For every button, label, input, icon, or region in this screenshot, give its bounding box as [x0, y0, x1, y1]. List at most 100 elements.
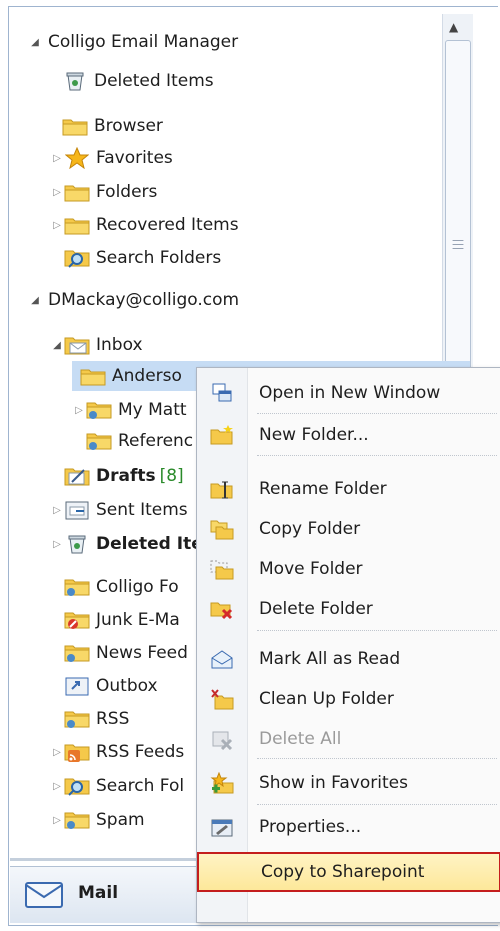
- tree-item-spam[interactable]: ▷ Spam: [50, 805, 145, 835]
- menu-item-delete-folder[interactable]: Delete Folder: [197, 590, 500, 628]
- tree-label: My Matt: [118, 400, 187, 420]
- collapse-triangle-icon[interactable]: ◢: [28, 37, 42, 48]
- expand-triangle-icon[interactable]: ▷: [50, 815, 64, 826]
- menu-item-open-in-new-window[interactable]: Open in New Window: [197, 374, 500, 412]
- delete-folder-icon: [197, 598, 247, 620]
- folder-icon: [62, 115, 88, 137]
- tree-label: News Feed: [96, 643, 188, 663]
- rss-folder-icon: [64, 741, 90, 763]
- shared-folder-icon: [64, 642, 90, 664]
- expand-triangle-icon[interactable]: ▷: [50, 539, 64, 550]
- tree-item-my-matters[interactable]: ▷ My Matt: [72, 395, 187, 425]
- tree-label: Colligo Email Manager: [48, 32, 239, 52]
- tree-item-deleted-items[interactable]: Deleted Items: [62, 66, 214, 96]
- menu-separator: [257, 630, 497, 631]
- tree-item-outbox[interactable]: Outbox: [64, 671, 158, 701]
- expand-triangle-icon[interactable]: ▷: [50, 505, 64, 516]
- menu-label: Delete Folder: [259, 599, 373, 619]
- menu-label: Move Folder: [259, 559, 363, 579]
- tree-label: Inbox: [96, 335, 143, 355]
- rename-folder-icon: [197, 478, 247, 500]
- tree-item-favorites[interactable]: ▷ Favorites: [50, 143, 173, 173]
- shared-folder-icon: [64, 708, 90, 730]
- tree-label: Anderso: [112, 366, 182, 386]
- expand-triangle-icon[interactable]: ▷: [50, 153, 64, 164]
- shared-folder-icon: [64, 809, 90, 831]
- move-folder-icon: [197, 558, 247, 580]
- tree-item-search-folders[interactable]: Search Folders: [64, 243, 221, 273]
- tree-label: Drafts: [96, 466, 156, 486]
- tree-label: Spam: [96, 810, 145, 830]
- menu-item-show-in-favorites[interactable]: Show in Favorites: [197, 764, 500, 802]
- star-icon: [64, 147, 90, 169]
- expand-triangle-icon[interactable]: ▷: [50, 220, 64, 231]
- tree-item-recovered-items[interactable]: ▷ Recovered Items: [50, 210, 239, 240]
- tree-label: DMackay@colligo.com: [48, 290, 240, 310]
- tree-item-junk-email[interactable]: Junk E-Ma: [64, 605, 180, 635]
- tree-label: Recovered Items: [96, 215, 239, 235]
- tree-item-inbox[interactable]: ◢ Inbox: [50, 330, 143, 360]
- folder-icon: [80, 365, 106, 387]
- drafts-icon: [64, 465, 90, 487]
- new-folder-icon: [197, 424, 247, 446]
- search-folder-icon: [64, 775, 90, 797]
- menu-item-copy-folder[interactable]: Copy Folder: [197, 510, 500, 548]
- scroll-up-arrow-icon[interactable]: ▲: [449, 20, 458, 34]
- collapse-triangle-icon[interactable]: ◢: [28, 295, 42, 306]
- expand-triangle-icon[interactable]: ▷: [50, 781, 64, 792]
- menu-label: Open in New Window: [259, 383, 441, 403]
- tree-item-browser[interactable]: Browser: [62, 111, 163, 141]
- tree-item-drafts[interactable]: Drafts [8]: [64, 461, 184, 491]
- properties-icon: [197, 816, 247, 838]
- recycle-bin-icon: [62, 70, 88, 92]
- expand-triangle-icon[interactable]: ▷: [50, 187, 64, 198]
- menu-item-copy-to-sharepoint[interactable]: Copy to Sharepoint: [197, 852, 500, 892]
- tree-label: Sent Items: [96, 500, 188, 520]
- unread-count-badge: [8]: [159, 466, 184, 486]
- tree-item-sent-items[interactable]: ▷ Sent Items: [50, 495, 188, 525]
- tree-label: Search Fol: [96, 776, 185, 796]
- menu-item-new-folder[interactable]: New Folder...: [197, 416, 500, 454]
- sent-items-icon: [64, 499, 90, 521]
- tree-node-colligo-root[interactable]: ◢ Colligo Email Manager: [28, 27, 238, 57]
- menu-item-rename-folder[interactable]: Rename Folder: [197, 470, 500, 508]
- outbox-icon: [64, 675, 90, 697]
- menu-item-delete-all[interactable]: Delete All: [197, 720, 500, 758]
- menu-label: Clean Up Folder: [259, 689, 394, 709]
- tree-item-colligo-folders[interactable]: Colligo Fo: [64, 572, 179, 602]
- menu-item-clean-up-folder[interactable]: Clean Up Folder: [197, 680, 500, 718]
- menu-item-mark-all-as-read[interactable]: Mark All as Read: [197, 640, 500, 678]
- collapse-triangle-icon[interactable]: ◢: [50, 340, 64, 351]
- copy-folder-icon: [197, 518, 247, 540]
- tree-label: Deleted Ite: [96, 534, 203, 554]
- tree-label: RSS Feeds: [96, 742, 185, 762]
- expand-triangle-icon[interactable]: ▷: [72, 405, 86, 416]
- expand-triangle-icon[interactable]: ▷: [50, 747, 64, 758]
- menu-label: Copy Folder: [259, 519, 361, 539]
- menu-separator: [257, 413, 497, 414]
- tree-item-rss-feeds[interactable]: ▷ RSS Feeds: [50, 737, 184, 767]
- tree-node-account-root[interactable]: ◢ DMackay@colligo.com: [28, 285, 239, 315]
- shared-folder-icon: [86, 430, 112, 452]
- tree-label: Deleted Items: [94, 71, 214, 91]
- context-menu: Open in New Window New Folder... Rename …: [196, 367, 500, 923]
- tree-item-rss[interactable]: RSS: [64, 704, 129, 734]
- menu-item-properties[interactable]: Properties...: [197, 808, 500, 846]
- junk-folder-icon: [64, 609, 90, 631]
- menu-item-move-folder[interactable]: Move Folder: [197, 550, 500, 588]
- tree-item-news-feed[interactable]: News Feed: [64, 638, 188, 668]
- tree-item-reference[interactable]: Referenc: [86, 426, 193, 456]
- delete-all-icon: [197, 728, 247, 750]
- favorite-star-icon: [197, 772, 247, 794]
- shared-folder-icon: [86, 399, 112, 421]
- menu-separator: [257, 758, 497, 759]
- tree-item-search-folders-2[interactable]: ▷ Search Fol: [50, 771, 184, 801]
- mark-read-icon: [197, 648, 247, 670]
- menu-label: Rename Folder: [259, 479, 387, 499]
- menu-separator: [257, 455, 497, 456]
- tree-label: Outbox: [96, 676, 158, 696]
- menu-label: New Folder...: [259, 425, 369, 445]
- tree-item-deleted[interactable]: ▷ Deleted Ite: [50, 529, 203, 559]
- menu-label: Copy to Sharepoint: [261, 862, 425, 882]
- tree-item-folders[interactable]: ▷ Folders: [50, 177, 157, 207]
